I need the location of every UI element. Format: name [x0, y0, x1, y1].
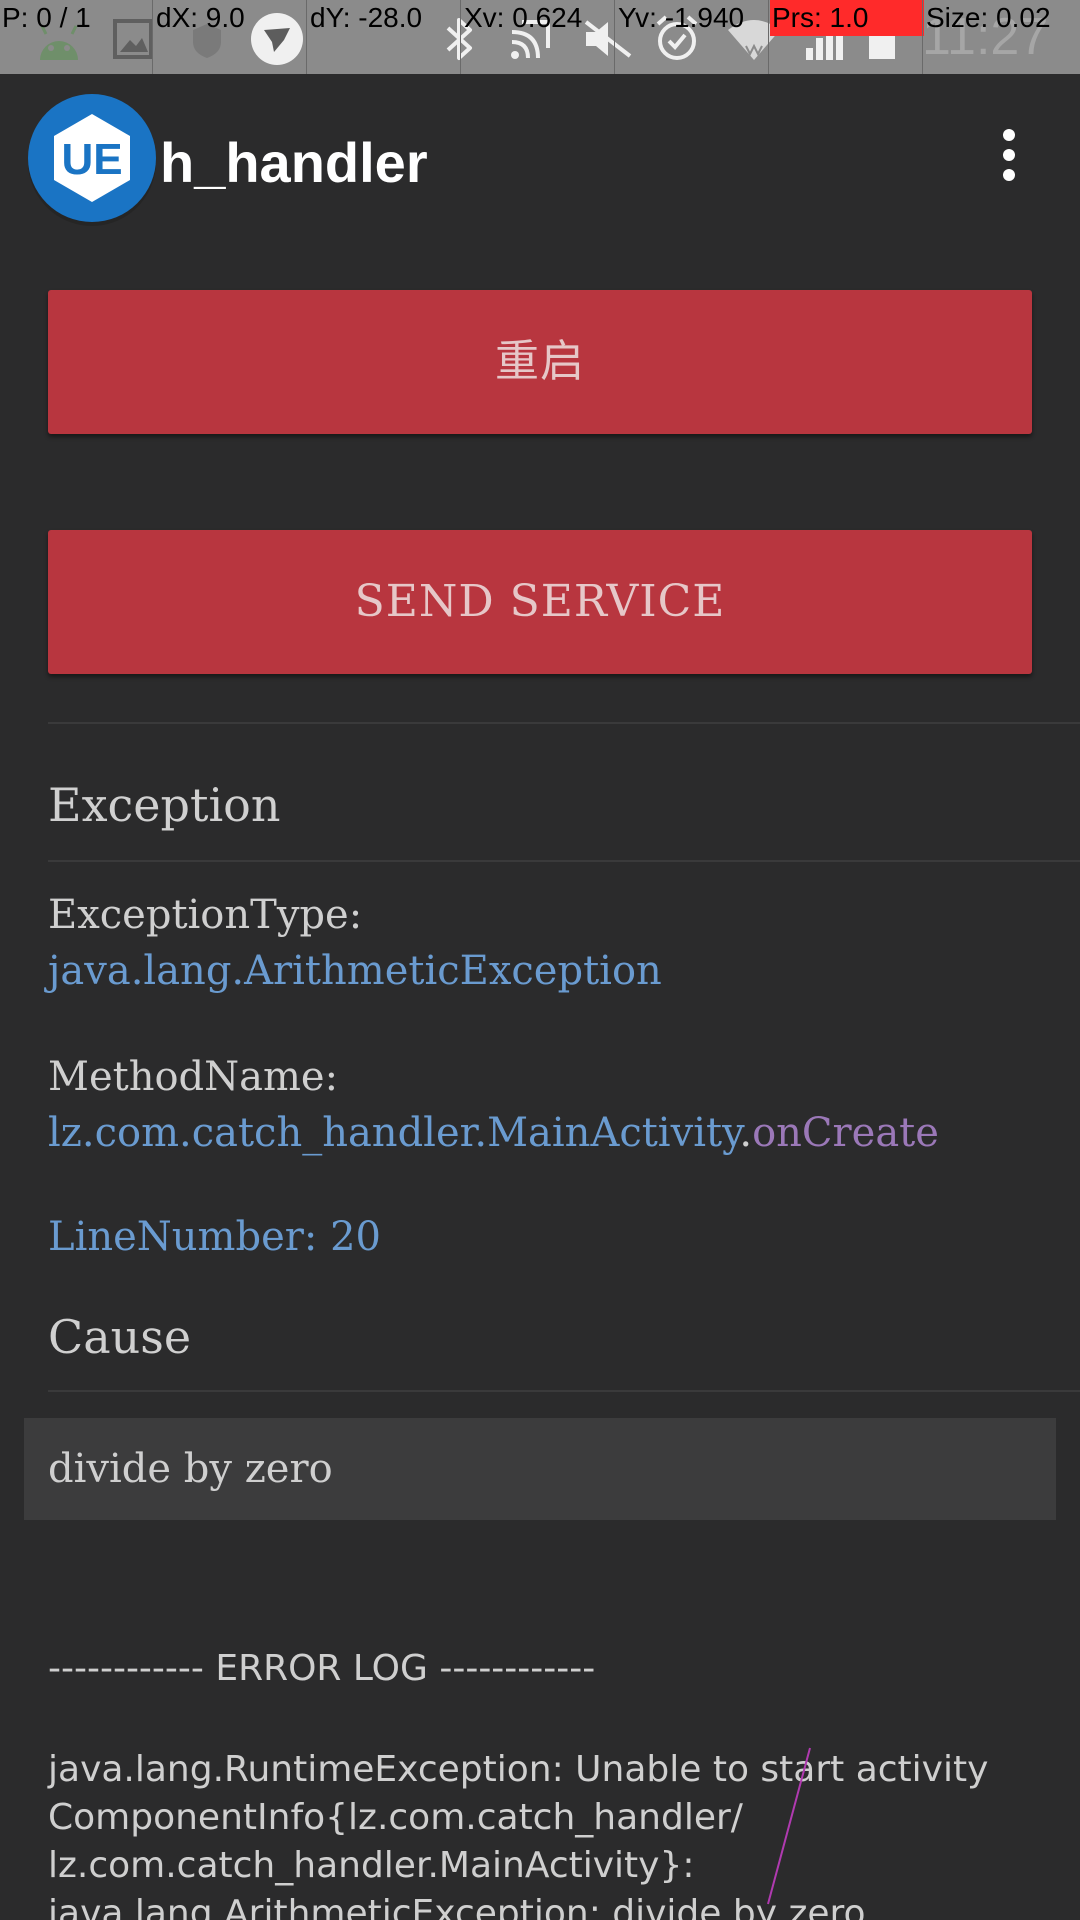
pointer-count: P: 0 / 1	[2, 2, 91, 33]
method-class: lz.com.catch_handler.MainActivity	[48, 1110, 740, 1156]
send-service-button[interactable]: SEND SERVICE	[48, 530, 1032, 674]
overlay-divider	[768, 0, 769, 74]
overlay-divider	[152, 0, 153, 74]
app-bar: h_handler UE	[0, 74, 1080, 246]
touch-trace-line	[767, 1747, 811, 1905]
pointer-dx: dX: 9.0	[156, 2, 245, 33]
divider	[48, 860, 1080, 862]
ue-badge-icon[interactable]: UE	[24, 92, 160, 228]
method-separator: .	[739, 1110, 753, 1156]
pointer-location-overlay: P: 0 / 1 dX: 9.0 dY: -28.0 Xv: 0.624 Yv:…	[0, 0, 1080, 74]
pointer-dy: dY: -28.0	[310, 2, 423, 33]
overlay-divider	[614, 0, 615, 74]
overlay-divider	[306, 0, 307, 74]
cause-heading: Cause	[48, 1310, 192, 1364]
overlay-divider	[922, 0, 923, 74]
exception-type-value: java.lang.ArithmeticException	[48, 948, 662, 994]
app-title: h_handler	[160, 131, 428, 194]
error-log-line: java.lang.ArithmeticException: divide by…	[48, 1893, 866, 1920]
method-name-value: lz.com.catch_handler.MainActivity.onCrea…	[48, 1110, 939, 1156]
ue-badge-label: UE	[61, 135, 122, 184]
overlay-divider	[460, 0, 461, 74]
method-name-label: MethodName:	[48, 1054, 339, 1100]
overflow-menu-icon[interactable]	[978, 124, 1040, 186]
pointer-xv: Xv: 0.624	[464, 2, 583, 33]
pointer-pressure: Prs: 1.0	[772, 2, 869, 33]
error-log-line: lz.com.catch_handler.MainActivity}:	[48, 1845, 695, 1886]
divider	[48, 1390, 1080, 1392]
error-log-line: java.lang.RuntimeException: Unable to st…	[48, 1749, 989, 1790]
pointer-size: Size: 0.02	[926, 2, 1051, 33]
method-name: onCreate	[752, 1110, 939, 1156]
divider	[48, 722, 1080, 724]
cause-message: divide by zero	[48, 1446, 333, 1492]
exception-heading: Exception	[48, 778, 281, 832]
error-log-line: ComponentInfo{lz.com.catch_handler/	[48, 1797, 743, 1838]
cause-message-box: divide by zero	[24, 1418, 1056, 1520]
exception-type-label: ExceptionType:	[48, 892, 363, 938]
pointer-yv: Yv: -1.940	[618, 2, 745, 33]
line-number: LineNumber: 20	[48, 1214, 381, 1260]
error-log-title: ------------ ERROR LOG ------------	[48, 1648, 596, 1689]
restart-button[interactable]: 重启	[48, 290, 1032, 434]
